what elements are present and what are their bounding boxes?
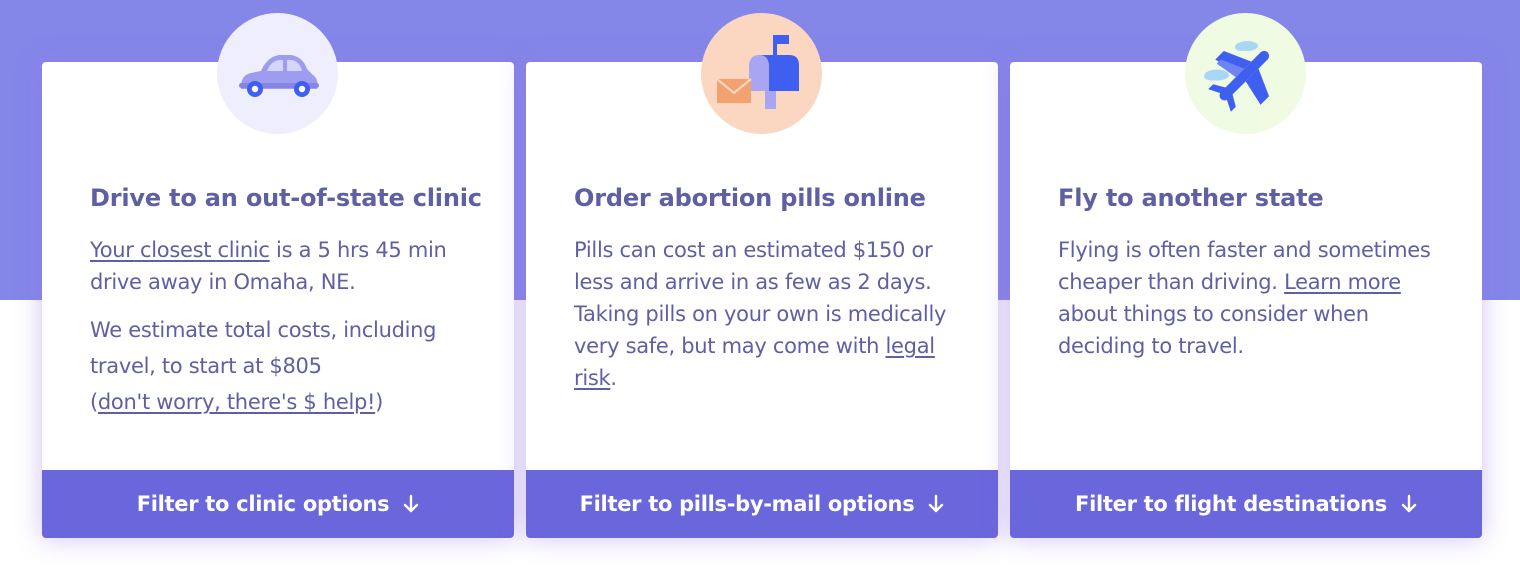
cost-estimate-text: We estimate total costs, including trave… — [90, 318, 437, 378]
button-label: Filter to clinic options — [136, 492, 390, 516]
card-body: Flying is often faster and sometimes che… — [1058, 234, 1448, 376]
closest-clinic-link[interactable]: Your closest clinic — [90, 238, 270, 262]
filter-clinic-button[interactable]: Filter to clinic options — [42, 470, 514, 538]
paren-close: ) — [375, 390, 384, 414]
card-title: Fly to another state — [1058, 184, 1324, 212]
option-card-pills: Order abortion pills online Pills can co… — [526, 13, 998, 538]
filter-pills-button[interactable]: Filter to pills-by-mail options — [526, 470, 998, 538]
paren-open: ( — [90, 390, 98, 414]
airplane-icon — [1204, 41, 1270, 112]
option-card-fly: Fly to another state Flying is often fas… — [1010, 13, 1482, 538]
car-icon-circle — [217, 13, 338, 134]
option-card-drive: Drive to an out-of-state clinic Your clo… — [42, 13, 514, 538]
card-body: Pills can cost an estimated $150 or less… — [574, 234, 964, 408]
learn-more-link[interactable]: Learn more — [1284, 270, 1401, 294]
arrow-down-icon — [1401, 494, 1417, 513]
card-body: Your closest clinic is a 5 hrs 45 min dr… — [90, 234, 480, 434]
car-icon — [239, 55, 319, 97]
button-label: Filter to flight destinations — [1075, 492, 1387, 516]
arrow-down-icon — [404, 494, 419, 513]
card-title: Order abortion pills online — [574, 184, 926, 212]
airplane-icon-circle — [1185, 13, 1306, 134]
financial-help-link[interactable]: don't worry, there's $ help! — [98, 390, 376, 414]
period-text: . — [610, 366, 617, 390]
mailbox-icon-circle — [701, 13, 822, 134]
card-title: Drive to an out-of-state clinic — [90, 184, 482, 212]
arrow-down-icon — [929, 494, 944, 513]
filter-flights-button[interactable]: Filter to flight destinations — [1010, 470, 1482, 538]
button-label: Filter to pills-by-mail options — [579, 492, 915, 516]
consider-text: about things to consider when deciding t… — [1058, 302, 1369, 358]
mailbox-icon — [716, 35, 799, 109]
